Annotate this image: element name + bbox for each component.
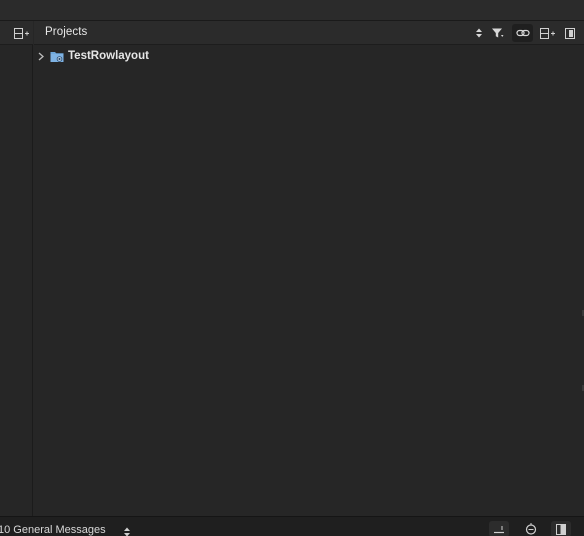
- projects-panel-title[interactable]: Projects: [45, 26, 87, 38]
- top-toolbar-strip: [0, 0, 584, 21]
- left-pane: [0, 21, 33, 516]
- close-pane-icon[interactable]: [561, 24, 579, 42]
- general-messages-label[interactable]: 10 General Messages: [0, 524, 106, 536]
- projects-panel-header: Projects: [34, 21, 584, 45]
- qt-creator-window: Projects TestRowlayout 10 General Messag…: [0, 0, 584, 536]
- tree-item-label: TestRowlayout: [68, 50, 149, 62]
- link-icon[interactable]: [512, 24, 533, 42]
- status-bar: 10 General Messages: [0, 516, 584, 536]
- project-tree: TestRowlayout: [34, 45, 584, 516]
- stepper-arrows-icon[interactable]: [123, 525, 133, 536]
- split-add-icon[interactable]: [13, 27, 29, 40]
- split-add-icon[interactable]: [538, 24, 556, 42]
- panel-toggle-icon[interactable]: [551, 521, 571, 536]
- stepper-arrows-icon[interactable]: [470, 24, 488, 42]
- left-pane-header: [0, 21, 33, 45]
- debug-icon[interactable]: [521, 521, 541, 536]
- project-folder-icon: [50, 50, 64, 63]
- filter-icon[interactable]: [489, 24, 507, 42]
- tree-item[interactable]: TestRowlayout: [34, 47, 574, 65]
- chevron-right-icon[interactable]: [37, 51, 45, 61]
- console-icon[interactable]: [489, 521, 509, 536]
